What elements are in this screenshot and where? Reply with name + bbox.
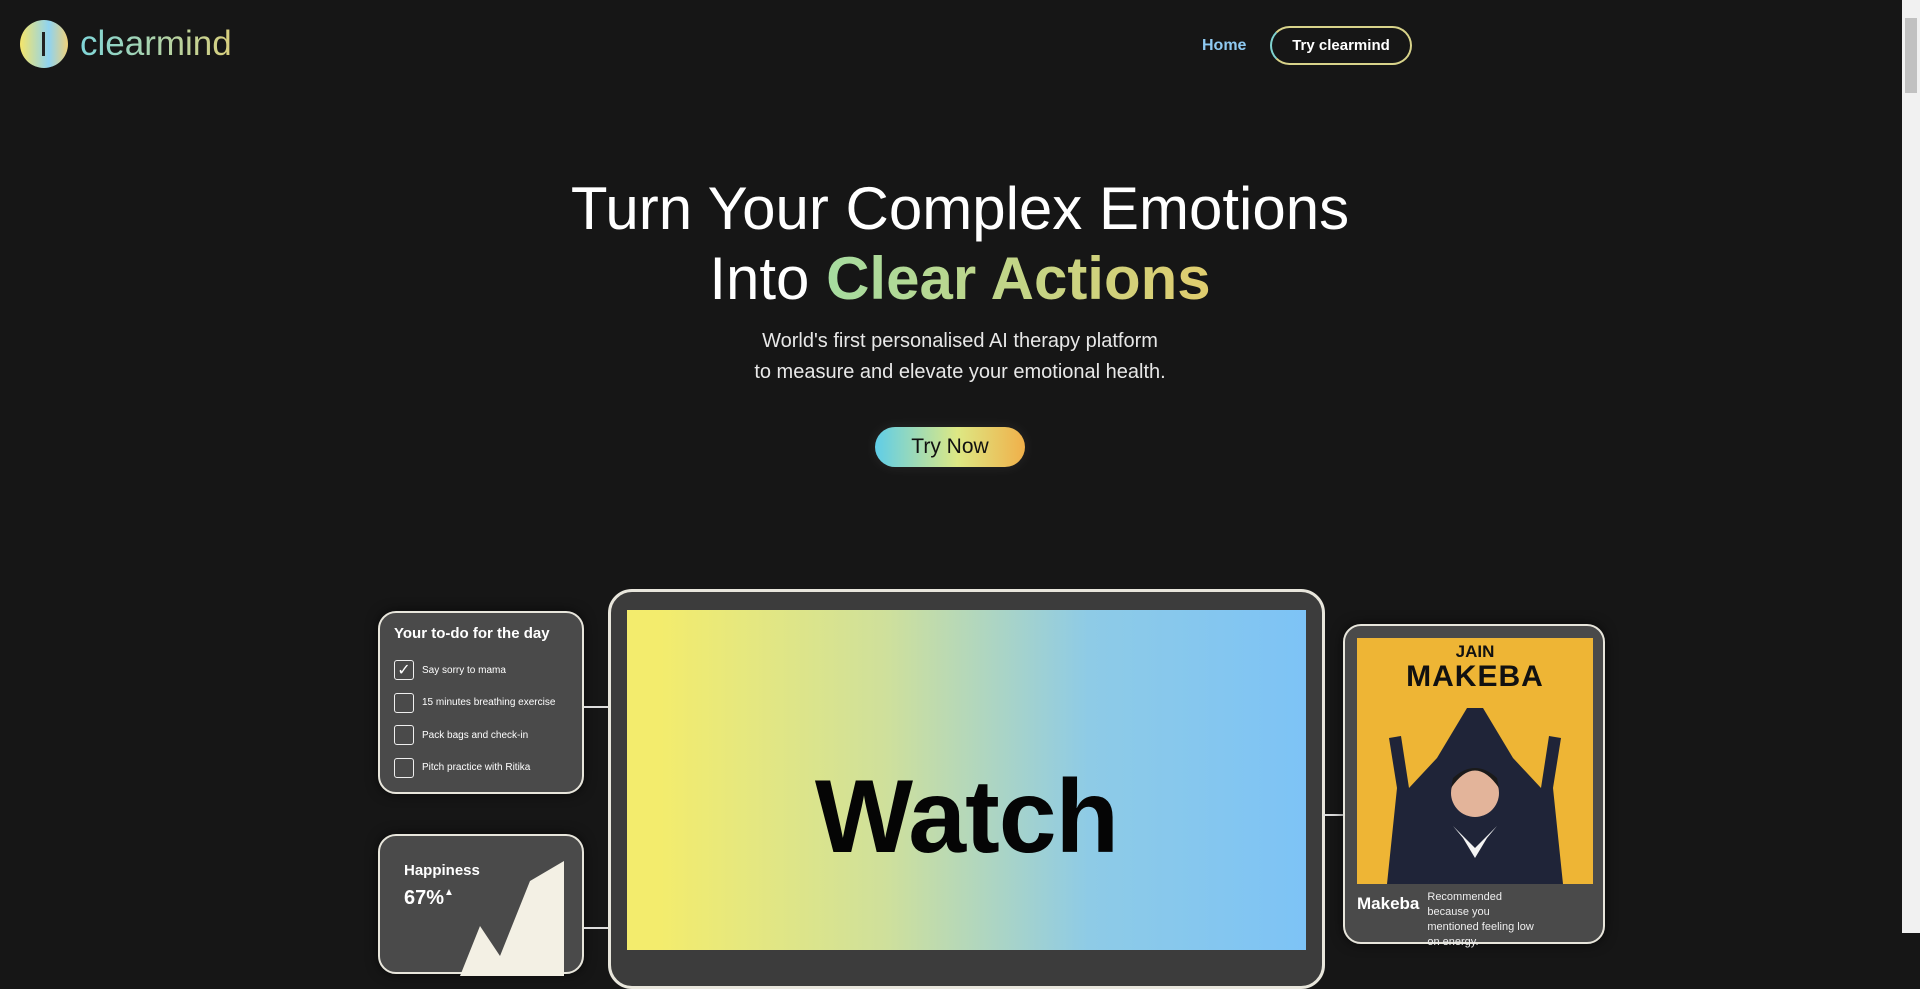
subtitle-line1: World's first personalised AI therapy pl… [762, 330, 1158, 352]
logo-icon [20, 20, 68, 68]
connector-line [1323, 814, 1343, 816]
checkbox[interactable] [394, 757, 414, 778]
todo-card: Your to-do for the day ✓ Say sorry to mam… [378, 611, 584, 794]
hero-title-line2: Into [709, 245, 827, 312]
todo-item-label: 15 minutes breathing exercise [422, 697, 556, 709]
happiness-chart [460, 861, 564, 976]
hero-title-highlight: Clear Actions [826, 245, 1211, 312]
happiness-percent: 67% [404, 887, 445, 909]
todo-title: Your to-do for the day [394, 625, 550, 642]
todo-item-label: Pack bags and check-in [422, 729, 529, 741]
nav-home-link[interactable]: Home [1202, 37, 1246, 55]
happiness-area [460, 861, 564, 976]
brand-name: clearmind [80, 24, 232, 63]
todo-item-label: Pitch practice with Ritika [422, 762, 531, 774]
video-screen[interactable]: Watch [627, 610, 1306, 950]
hero: Turn Your Complex Emotions Into Clear Ac… [0, 174, 1920, 388]
happiness-card: Happiness 67%▲ [378, 834, 584, 976]
poster-line1: JAIN [1455, 642, 1495, 661]
poster-line2: MAKEBA [1406, 660, 1544, 693]
trend-up-icon: ▲ [444, 887, 454, 898]
hero-title: Turn Your Complex Emotions Into Clear Ac… [0, 174, 1920, 314]
connector-line [584, 706, 608, 708]
todo-item[interactable]: 15 minutes breathing exercise [394, 687, 568, 720]
todo-item-label: Say sorry to mama [422, 664, 506, 676]
recommendation-title: Makeba [1357, 894, 1420, 913]
movie-poster[interactable]: JAIN MAKEBA [1357, 638, 1593, 884]
scrollbar-thumb[interactable] [1905, 18, 1917, 93]
scrollbar[interactable] [1902, 0, 1920, 933]
try-clearmind-button[interactable]: Try clearmind [1270, 26, 1412, 65]
recommendation-card[interactable]: JAIN MAKEBA Makeba Recommended because yo… [1343, 624, 1605, 948]
todo-item[interactable]: ✓ Say sorry to mama [394, 654, 568, 687]
brand-logo[interactable]: clearmind [20, 20, 232, 68]
watch-label: Watch [814, 759, 1119, 875]
hero-title-line1: Turn Your Complex Emotions [570, 175, 1350, 242]
checkbox-checked[interactable]: ✓ [394, 660, 414, 681]
connector-line [584, 927, 608, 929]
recommendation-description: Recommended because you mentioned feelin… [1427, 891, 1534, 948]
todo-item[interactable]: Pack bags and check-in [394, 719, 568, 752]
poster-figure [1387, 708, 1563, 884]
checkbox[interactable] [394, 725, 414, 746]
hero-subtitle: World's first personalised AI therapy pl… [0, 326, 1920, 388]
todo-item[interactable]: Pitch practice with Ritika [394, 752, 568, 785]
subtitle-line2: to measure and elevate your emotional he… [754, 361, 1166, 383]
checkbox[interactable] [394, 692, 414, 713]
try-now-button[interactable]: Try Now [875, 427, 1025, 467]
